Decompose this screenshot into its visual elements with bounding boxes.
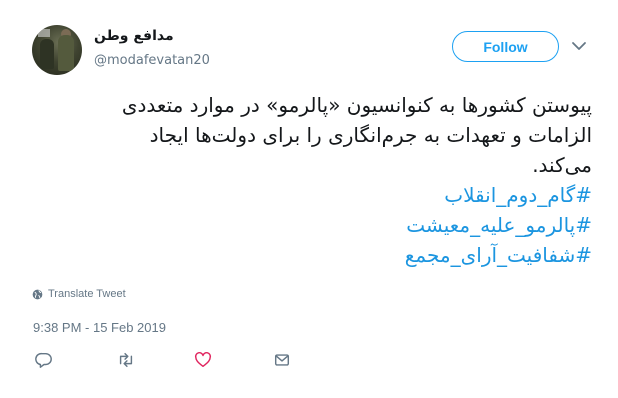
- mail-icon: [274, 354, 290, 366]
- avatar[interactable]: [32, 25, 82, 75]
- like-button[interactable]: [193, 350, 213, 370]
- timestamp[interactable]: 9:38 PM - 15 Feb 2019: [33, 320, 166, 335]
- hashtag-link[interactable]: #پالرمو_علیه_معیشت: [40, 210, 592, 240]
- reply-button[interactable]: [34, 350, 54, 370]
- hashtag-link[interactable]: #شفافیت_آرای_مجمع: [40, 240, 592, 270]
- direct-message-button[interactable]: [272, 350, 292, 370]
- globe-icon: [32, 289, 43, 299]
- tweet-text: پیوستن کشورها به کنوانسیون «پالرمو» در م…: [40, 90, 592, 270]
- screen-name[interactable]: @modafevatan20: [94, 53, 210, 68]
- avatar-figure: [58, 35, 74, 71]
- tweet-card: مدافع وطن @modafevatan20 Follow پیوستن ک…: [0, 0, 618, 398]
- translate-label: Translate Tweet: [48, 288, 126, 300]
- tweet-text-line: پیوستن کشورها به کنوانسیون «پالرمو» در م…: [121, 93, 592, 117]
- avatar-figure: [40, 39, 54, 69]
- chevron-down-icon[interactable]: [571, 38, 587, 52]
- tweet-text-line: الزامات و تعهدات به جرم‌انگاری را برای د…: [149, 123, 592, 147]
- follow-button[interactable]: Follow: [452, 31, 559, 62]
- avatar-flag: [38, 29, 50, 37]
- reply-icon: [35, 352, 52, 368]
- retweet-button[interactable]: [116, 350, 136, 370]
- heart-icon: [195, 352, 211, 368]
- display-name[interactable]: مدافع وطن: [94, 28, 174, 44]
- hashtag-link[interactable]: #گام_دوم_انقلاب: [40, 180, 592, 210]
- retweet-icon: [119, 352, 133, 368]
- action-bar: [0, 350, 618, 372]
- tweet-text-line: می‌کند.: [532, 153, 592, 177]
- translate-tweet-link[interactable]: Translate Tweet: [32, 288, 126, 300]
